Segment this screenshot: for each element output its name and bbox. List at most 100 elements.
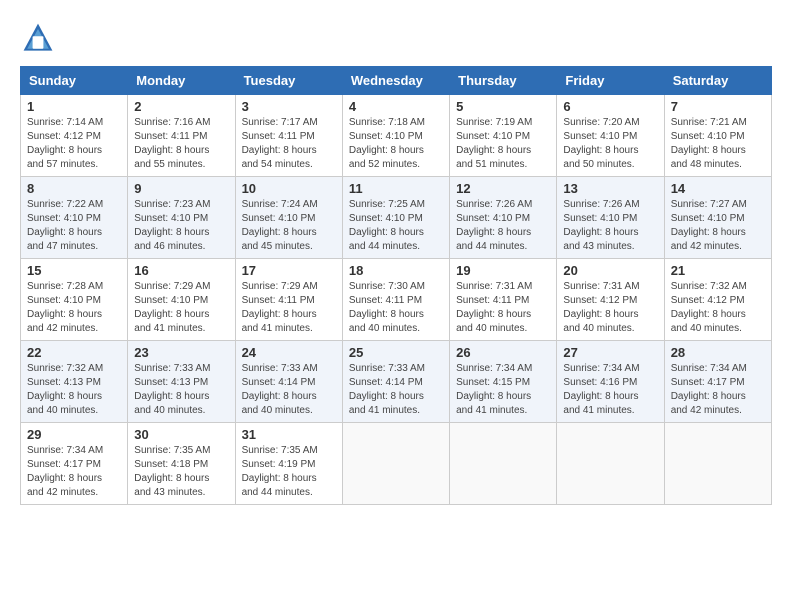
day-info: Sunrise: 7:32 AMSunset: 4:12 PMDaylight:… (671, 280, 765, 336)
day-number: 27 (563, 345, 657, 360)
calendar-cell: 18 Sunrise: 7:30 AMSunset: 4:11 PMDaylig… (342, 259, 449, 341)
day-info: Sunrise: 7:30 AMSunset: 4:11 PMDaylight:… (349, 280, 443, 336)
day-number: 12 (456, 181, 550, 196)
calendar-cell: 5 Sunrise: 7:19 AMSunset: 4:10 PMDayligh… (450, 95, 557, 177)
weekday-header-saturday: Saturday (664, 67, 771, 95)
day-info: Sunrise: 7:25 AMSunset: 4:10 PMDaylight:… (349, 198, 443, 254)
calendar-cell: 30 Sunrise: 7:35 AMSunset: 4:18 PMDaylig… (128, 423, 235, 505)
weekday-header-row: SundayMondayTuesdayWednesdayThursdayFrid… (21, 67, 772, 95)
calendar-cell: 6 Sunrise: 7:20 AMSunset: 4:10 PMDayligh… (557, 95, 664, 177)
calendar-cell: 29 Sunrise: 7:34 AMSunset: 4:17 PMDaylig… (21, 423, 128, 505)
calendar-week-1: 1 Sunrise: 7:14 AMSunset: 4:12 PMDayligh… (21, 95, 772, 177)
calendar-cell: 15 Sunrise: 7:28 AMSunset: 4:10 PMDaylig… (21, 259, 128, 341)
day-number: 8 (27, 181, 121, 196)
day-number: 21 (671, 263, 765, 278)
weekday-header-monday: Monday (128, 67, 235, 95)
day-info: Sunrise: 7:16 AMSunset: 4:11 PMDaylight:… (134, 116, 228, 172)
day-info: Sunrise: 7:28 AMSunset: 4:10 PMDaylight:… (27, 280, 121, 336)
calendar-cell (557, 423, 664, 505)
day-number: 18 (349, 263, 443, 278)
weekday-header-friday: Friday (557, 67, 664, 95)
calendar-cell: 28 Sunrise: 7:34 AMSunset: 4:17 PMDaylig… (664, 341, 771, 423)
calendar-cell (450, 423, 557, 505)
day-info: Sunrise: 7:17 AMSunset: 4:11 PMDaylight:… (242, 116, 336, 172)
day-number: 9 (134, 181, 228, 196)
calendar-cell: 8 Sunrise: 7:22 AMSunset: 4:10 PMDayligh… (21, 177, 128, 259)
day-info: Sunrise: 7:23 AMSunset: 4:10 PMDaylight:… (134, 198, 228, 254)
day-number: 6 (563, 99, 657, 114)
weekday-header-thursday: Thursday (450, 67, 557, 95)
calendar-cell (664, 423, 771, 505)
calendar-cell: 20 Sunrise: 7:31 AMSunset: 4:12 PMDaylig… (557, 259, 664, 341)
day-number: 2 (134, 99, 228, 114)
day-info: Sunrise: 7:21 AMSunset: 4:10 PMDaylight:… (671, 116, 765, 172)
day-info: Sunrise: 7:18 AMSunset: 4:10 PMDaylight:… (349, 116, 443, 172)
calendar-cell: 10 Sunrise: 7:24 AMSunset: 4:10 PMDaylig… (235, 177, 342, 259)
day-info: Sunrise: 7:34 AMSunset: 4:17 PMDaylight:… (27, 444, 121, 500)
day-info: Sunrise: 7:26 AMSunset: 4:10 PMDaylight:… (456, 198, 550, 254)
day-info: Sunrise: 7:14 AMSunset: 4:12 PMDaylight:… (27, 116, 121, 172)
day-info: Sunrise: 7:31 AMSunset: 4:12 PMDaylight:… (563, 280, 657, 336)
calendar-cell: 24 Sunrise: 7:33 AMSunset: 4:14 PMDaylig… (235, 341, 342, 423)
weekday-header-wednesday: Wednesday (342, 67, 449, 95)
calendar-week-5: 29 Sunrise: 7:34 AMSunset: 4:17 PMDaylig… (21, 423, 772, 505)
day-info: Sunrise: 7:29 AMSunset: 4:11 PMDaylight:… (242, 280, 336, 336)
day-info: Sunrise: 7:35 AMSunset: 4:19 PMDaylight:… (242, 444, 336, 500)
day-number: 1 (27, 99, 121, 114)
day-number: 11 (349, 181, 443, 196)
calendar-cell: 4 Sunrise: 7:18 AMSunset: 4:10 PMDayligh… (342, 95, 449, 177)
calendar-cell (342, 423, 449, 505)
calendar-cell: 17 Sunrise: 7:29 AMSunset: 4:11 PMDaylig… (235, 259, 342, 341)
calendar-week-2: 8 Sunrise: 7:22 AMSunset: 4:10 PMDayligh… (21, 177, 772, 259)
day-number: 28 (671, 345, 765, 360)
day-info: Sunrise: 7:24 AMSunset: 4:10 PMDaylight:… (242, 198, 336, 254)
day-number: 17 (242, 263, 336, 278)
calendar-cell: 25 Sunrise: 7:33 AMSunset: 4:14 PMDaylig… (342, 341, 449, 423)
day-info: Sunrise: 7:26 AMSunset: 4:10 PMDaylight:… (563, 198, 657, 254)
day-info: Sunrise: 7:29 AMSunset: 4:10 PMDaylight:… (134, 280, 228, 336)
day-info: Sunrise: 7:19 AMSunset: 4:10 PMDaylight:… (456, 116, 550, 172)
calendar-cell: 19 Sunrise: 7:31 AMSunset: 4:11 PMDaylig… (450, 259, 557, 341)
calendar-cell: 12 Sunrise: 7:26 AMSunset: 4:10 PMDaylig… (450, 177, 557, 259)
calendar: SundayMondayTuesdayWednesdayThursdayFrid… (20, 66, 772, 505)
calendar-cell: 26 Sunrise: 7:34 AMSunset: 4:15 PMDaylig… (450, 341, 557, 423)
day-info: Sunrise: 7:34 AMSunset: 4:17 PMDaylight:… (671, 362, 765, 418)
weekday-header-tuesday: Tuesday (235, 67, 342, 95)
day-info: Sunrise: 7:27 AMSunset: 4:10 PMDaylight:… (671, 198, 765, 254)
calendar-week-4: 22 Sunrise: 7:32 AMSunset: 4:13 PMDaylig… (21, 341, 772, 423)
day-number: 25 (349, 345, 443, 360)
calendar-cell: 13 Sunrise: 7:26 AMSunset: 4:10 PMDaylig… (557, 177, 664, 259)
calendar-cell: 2 Sunrise: 7:16 AMSunset: 4:11 PMDayligh… (128, 95, 235, 177)
day-number: 3 (242, 99, 336, 114)
logo (20, 20, 62, 56)
day-info: Sunrise: 7:34 AMSunset: 4:15 PMDaylight:… (456, 362, 550, 418)
calendar-cell: 11 Sunrise: 7:25 AMSunset: 4:10 PMDaylig… (342, 177, 449, 259)
day-info: Sunrise: 7:33 AMSunset: 4:14 PMDaylight:… (349, 362, 443, 418)
day-number: 13 (563, 181, 657, 196)
calendar-cell: 3 Sunrise: 7:17 AMSunset: 4:11 PMDayligh… (235, 95, 342, 177)
day-info: Sunrise: 7:22 AMSunset: 4:10 PMDaylight:… (27, 198, 121, 254)
calendar-cell: 23 Sunrise: 7:33 AMSunset: 4:13 PMDaylig… (128, 341, 235, 423)
day-info: Sunrise: 7:20 AMSunset: 4:10 PMDaylight:… (563, 116, 657, 172)
day-info: Sunrise: 7:35 AMSunset: 4:18 PMDaylight:… (134, 444, 228, 500)
calendar-cell: 16 Sunrise: 7:29 AMSunset: 4:10 PMDaylig… (128, 259, 235, 341)
day-number: 15 (27, 263, 121, 278)
day-number: 7 (671, 99, 765, 114)
header (20, 20, 772, 56)
calendar-cell: 14 Sunrise: 7:27 AMSunset: 4:10 PMDaylig… (664, 177, 771, 259)
logo-icon (20, 20, 56, 56)
day-info: Sunrise: 7:33 AMSunset: 4:13 PMDaylight:… (134, 362, 228, 418)
calendar-cell: 1 Sunrise: 7:14 AMSunset: 4:12 PMDayligh… (21, 95, 128, 177)
day-number: 29 (27, 427, 121, 442)
day-info: Sunrise: 7:33 AMSunset: 4:14 PMDaylight:… (242, 362, 336, 418)
day-number: 19 (456, 263, 550, 278)
day-number: 30 (134, 427, 228, 442)
day-number: 4 (349, 99, 443, 114)
day-info: Sunrise: 7:34 AMSunset: 4:16 PMDaylight:… (563, 362, 657, 418)
day-number: 31 (242, 427, 336, 442)
day-number: 24 (242, 345, 336, 360)
day-number: 16 (134, 263, 228, 278)
calendar-cell: 7 Sunrise: 7:21 AMSunset: 4:10 PMDayligh… (664, 95, 771, 177)
day-info: Sunrise: 7:31 AMSunset: 4:11 PMDaylight:… (456, 280, 550, 336)
day-number: 26 (456, 345, 550, 360)
